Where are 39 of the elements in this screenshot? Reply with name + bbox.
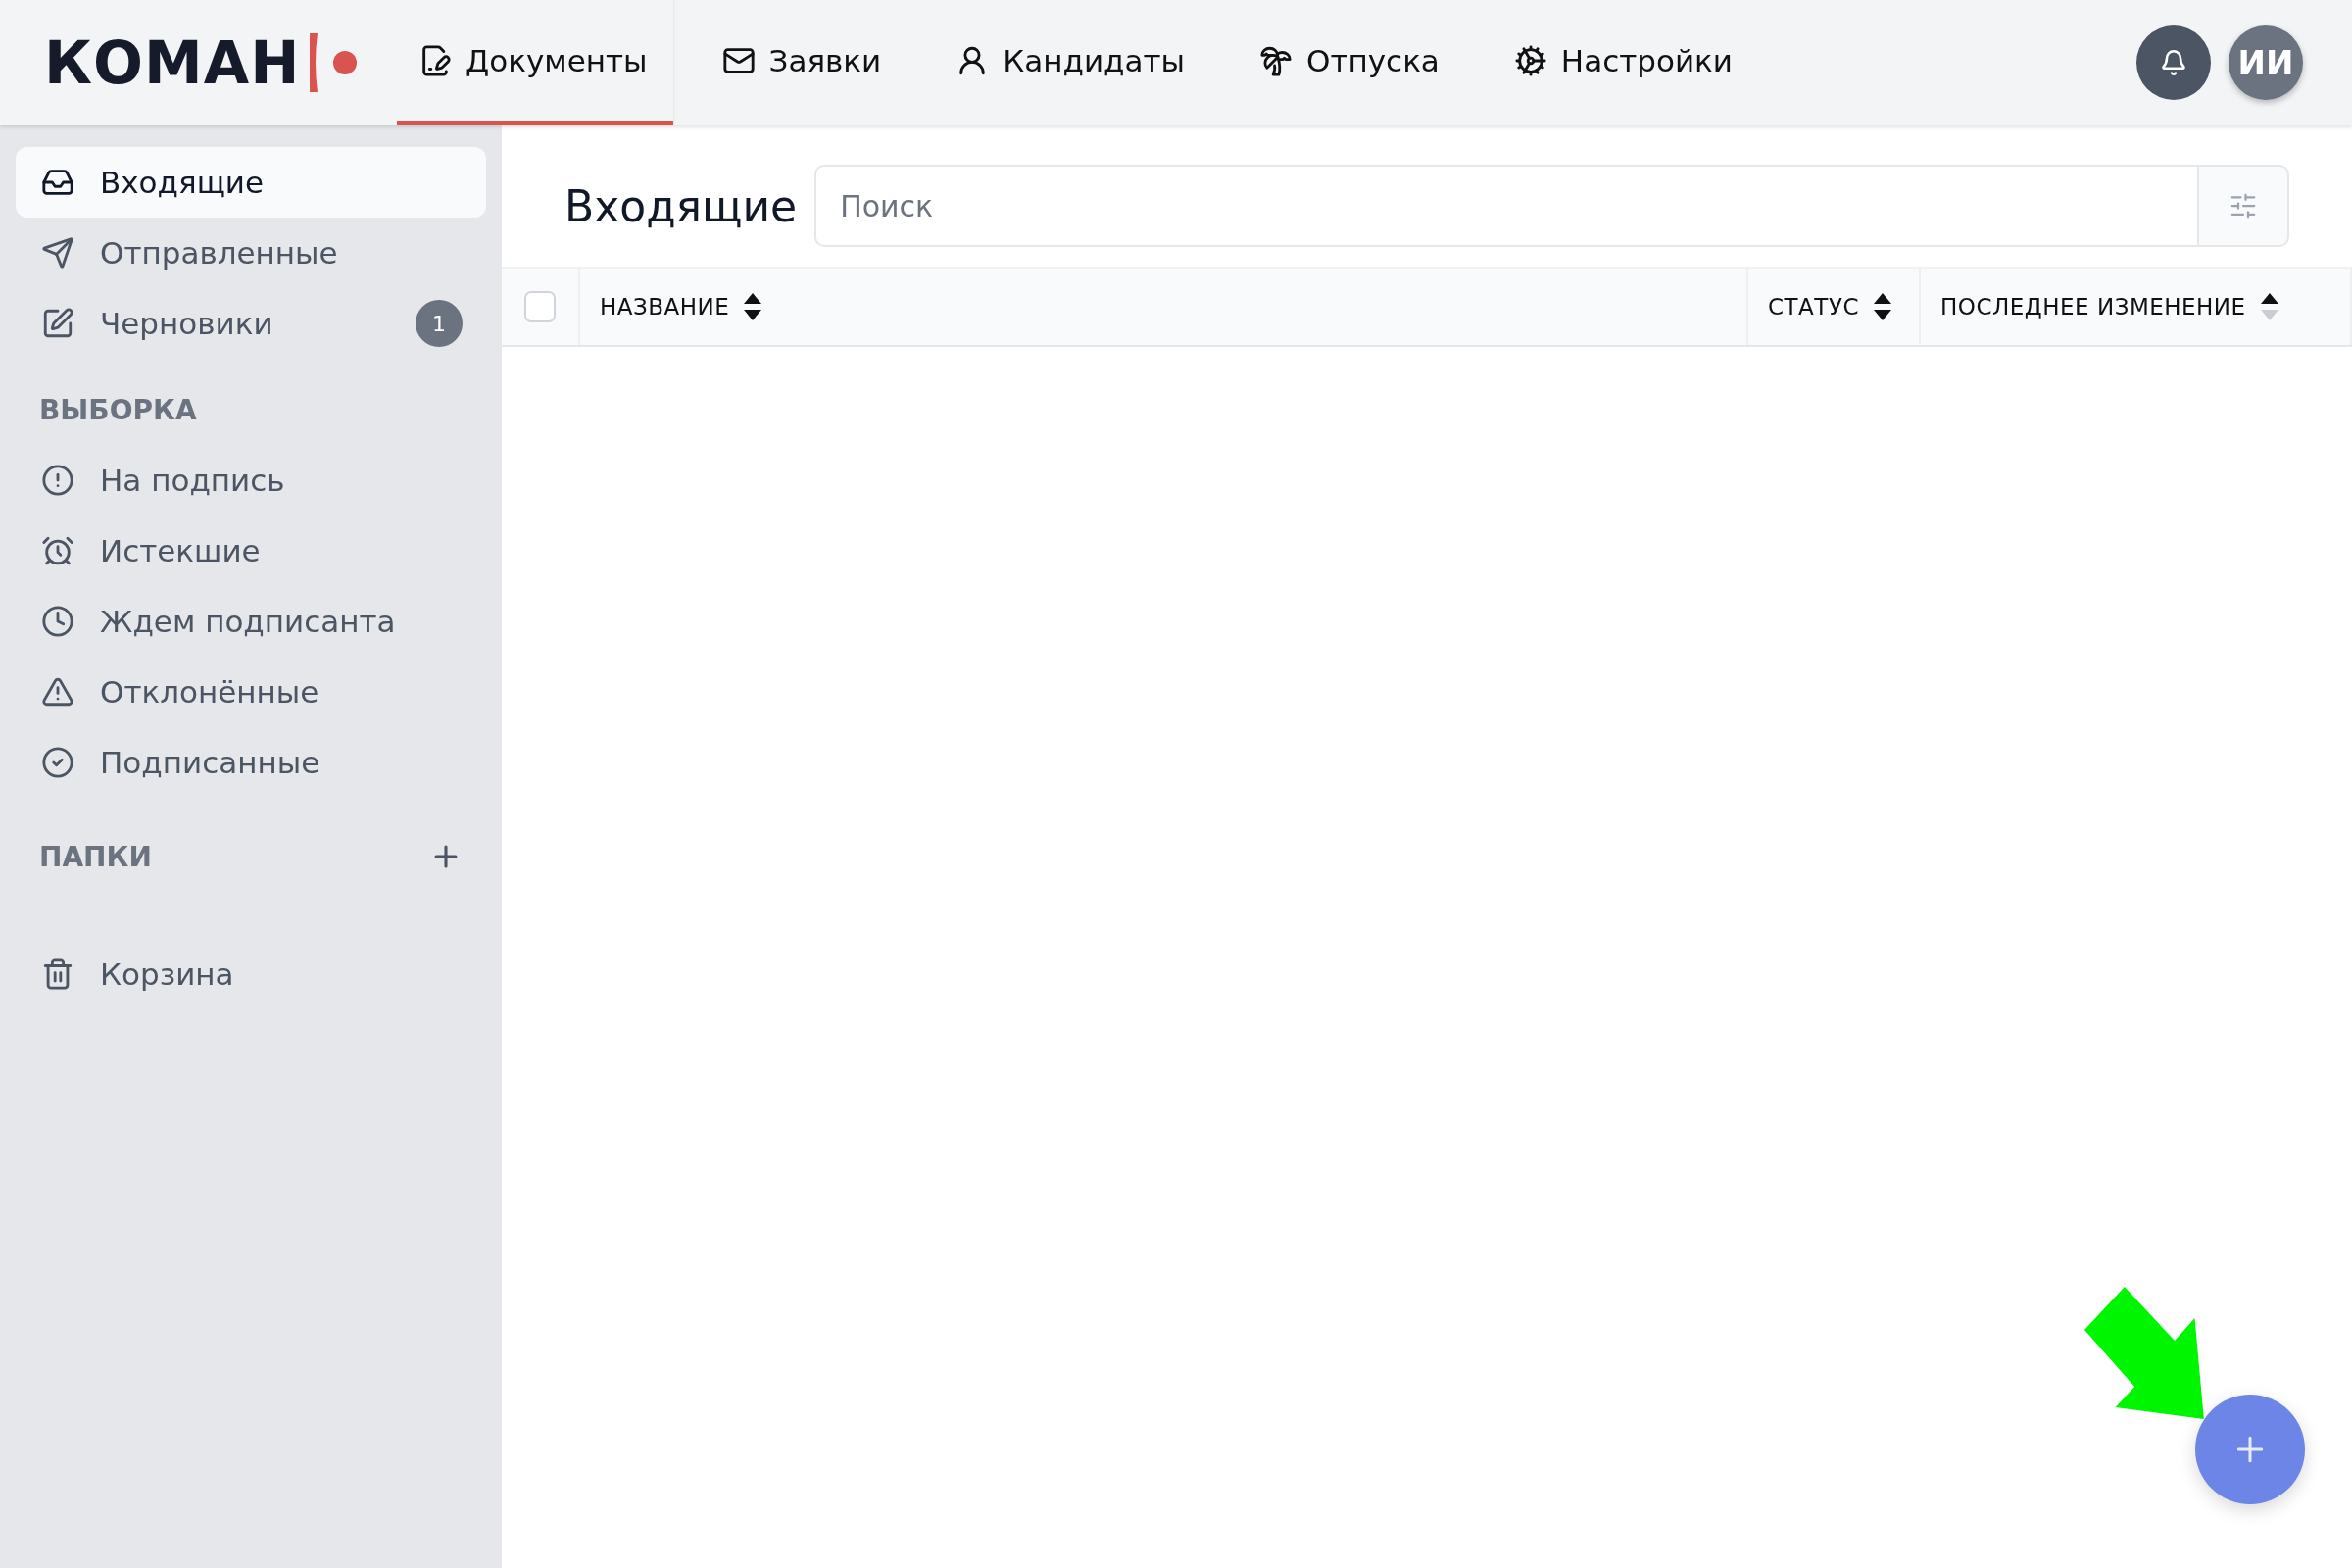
trash-icon	[41, 957, 74, 991]
sidebar-item[interactable]: Отклонённые	[16, 657, 486, 727]
section-heading: ПАПКИ	[39, 840, 152, 873]
warning-triangle-icon	[41, 675, 74, 709]
sidebar-item[interactable]: Подписанные	[16, 727, 486, 798]
gears-icon	[1513, 43, 1547, 77]
user-avatar[interactable]: ИИ	[2229, 25, 2303, 100]
clock-icon	[41, 605, 74, 638]
sidebar-item[interactable]: Входящие	[16, 147, 486, 218]
sidebar-item[interactable]: Отправленные	[16, 218, 486, 288]
alarm-clock-icon	[41, 534, 74, 567]
check-circle-icon	[41, 746, 74, 779]
column-heading[interactable]: НАЗВАНИЕ	[600, 294, 730, 319]
select-all-checkbox[interactable]	[524, 291, 556, 322]
bell-icon	[2160, 49, 2187, 76]
nav-tab[interactable]: Заявки	[700, 0, 907, 125]
page-title: Входящие	[564, 180, 798, 231]
logo-text: КОМАН	[44, 28, 301, 97]
sliders-icon	[2229, 191, 2258, 220]
column-heading[interactable]: СТАТУС	[1768, 294, 1859, 319]
exclamation-circle-icon	[41, 464, 74, 497]
search-field[interactable]: Поиск	[814, 165, 2197, 247]
pen-square-icon	[41, 307, 74, 340]
sidebar-item[interactable]: Корзина	[16, 939, 486, 1009]
sidebar-item[interactable]: На подпись	[16, 445, 486, 515]
sort-arrows-icon[interactable]	[2259, 292, 2279, 321]
nav-tab[interactable]: Настройки	[1492, 0, 1758, 125]
nav-tab[interactable]: Документы	[397, 0, 673, 125]
sidebar-item[interactable]: Ждем подписанта	[16, 586, 486, 657]
nav-tab[interactable]: Кандидаты	[934, 0, 1210, 125]
sort-arrows-icon[interactable]	[743, 292, 763, 321]
nav-tab[interactable]: Отпуска	[1238, 0, 1465, 125]
count-badge: 1	[416, 300, 463, 347]
sort-arrows-icon[interactable]	[1872, 292, 1892, 321]
sidebar-item[interactable]: Истекшие	[16, 515, 486, 586]
section-heading: ВЫБОРКА	[39, 393, 197, 426]
sidebar-item[interactable]: Черновики 1	[16, 288, 486, 359]
column-heading[interactable]: ПОСЛЕДНЕЕ ИЗМЕНЕНИЕ	[1940, 294, 2246, 319]
paper-plane-icon	[41, 236, 74, 270]
